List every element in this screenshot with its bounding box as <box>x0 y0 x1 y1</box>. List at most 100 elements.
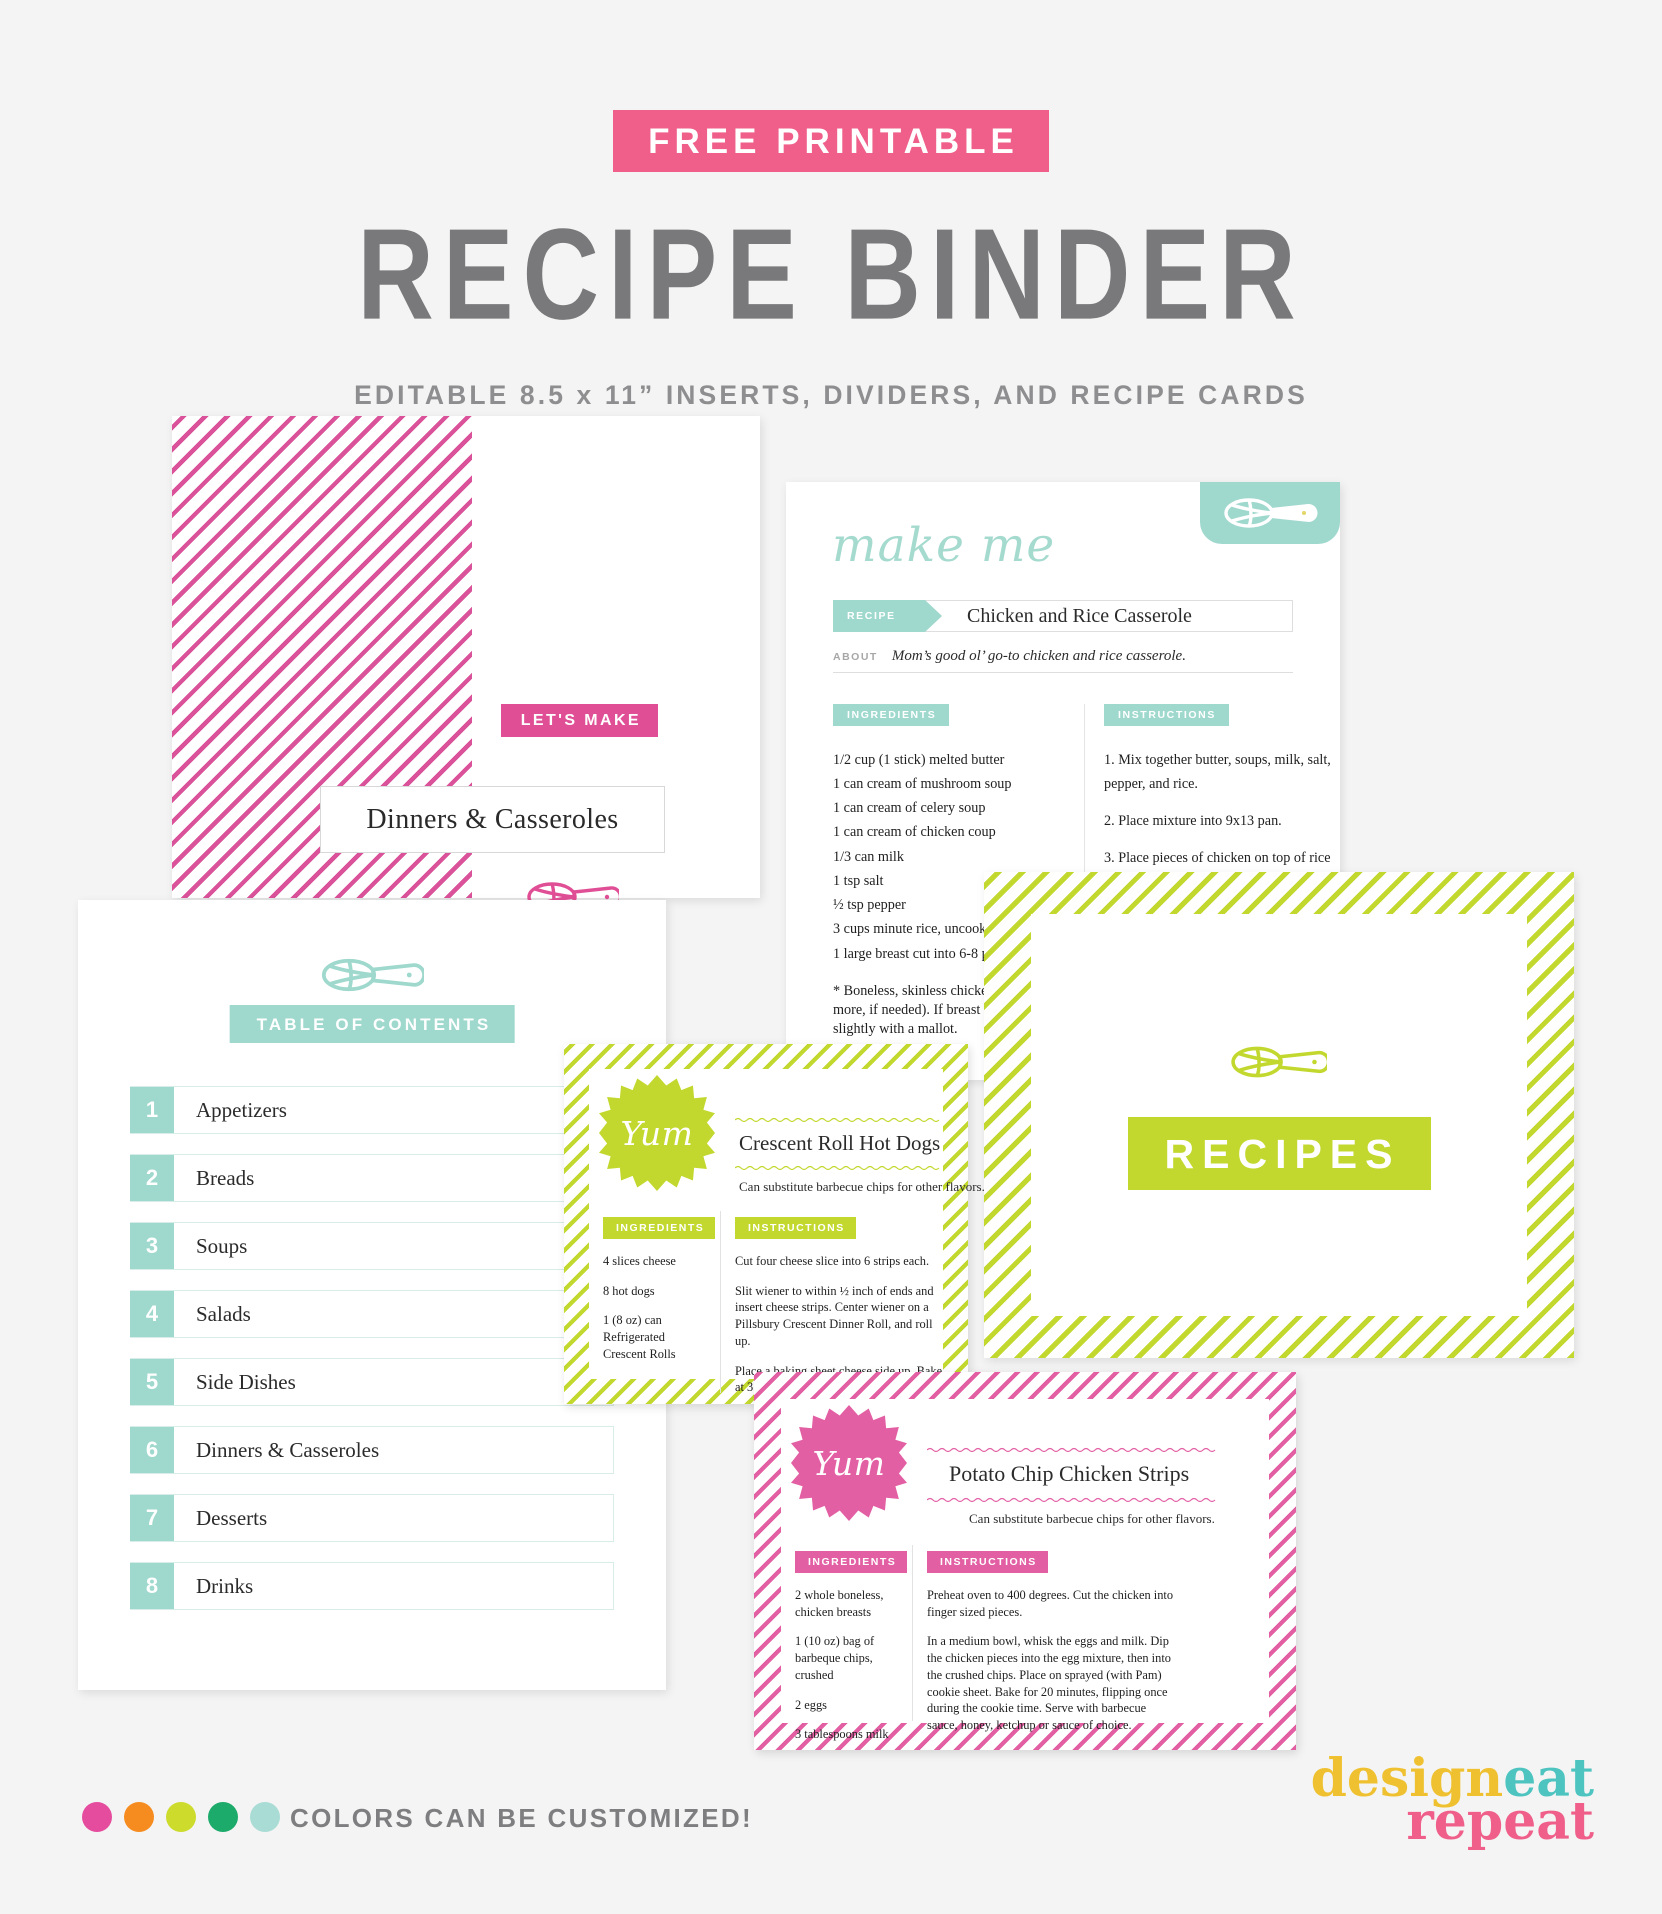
card-recipe-subtitle: Can substitute barbecue chips for other … <box>969 1511 1215 1526</box>
list-item: 1. Mix together butter, soups, milk, sal… <box>1104 751 1331 792</box>
card-ingredients-list: 4 slices cheese 8 hot dogs 1 (8 oz) can Re… <box>603 1253 707 1376</box>
page-title: RECIPE BINDER <box>357 202 1305 347</box>
list-item: Cut four cheese slice into 6 strips each… <box>735 1254 930 1268</box>
toc-row-label: Soups <box>196 1233 248 1258</box>
divider-page-green: RECIPES <box>984 872 1574 1358</box>
about-label: ABOUT <box>833 651 878 663</box>
list-item: 8 hot dogs <box>603 1283 655 1298</box>
card-instructions-heading: INSTRUCTIONS <box>735 1217 856 1239</box>
toc-row[interactable]: 7 Desserts <box>130 1494 614 1542</box>
yum-burst-text: Yum <box>812 1443 886 1483</box>
divider-name-text: Dinners & Casseroles <box>366 803 619 835</box>
about-value: Mom’s good ol’ go-to chicken and rice ca… <box>891 648 1186 664</box>
recipe-flag-label: RECIPE <box>833 599 942 632</box>
list-item: Slit wiener to within ½ inch of ends and… <box>735 1283 934 1348</box>
color-swatch[interactable] <box>166 1802 196 1832</box>
poster-header: FREE PRINTABLE RECIPE BINDER EDITABLE 8.… <box>0 0 1662 411</box>
toc-row-number: 6 <box>130 1427 174 1473</box>
toc-row[interactable]: 8 Drinks <box>130 1562 614 1610</box>
toc-row-number: 5 <box>130 1359 174 1405</box>
list-item: 1 can cream of mushroom soup <box>833 775 1012 792</box>
toc-list: 1 Appetizers 2 Breads 3 Soups 4 Salads 5 Side Dis… <box>130 1086 614 1630</box>
card-recipe-name: Crescent Roll Hot Dogs <box>739 1131 941 1155</box>
toc-row-number: 3 <box>130 1223 174 1269</box>
toc-row-label: Salads <box>196 1301 251 1326</box>
poster-canvas: FREE PRINTABLE RECIPE BINDER EDITABLE 8.… <box>0 0 1662 1914</box>
toc-row-label: Appetizers <box>196 1097 287 1122</box>
list-item: 1 can cream of chicken coup <box>833 824 996 841</box>
toc-row-label: Side Dishes <box>196 1369 296 1394</box>
recipe-card-pink: Yum Potato Chip Chicken Strips Can subst… <box>754 1372 1296 1750</box>
recipe-name-value: Chicken and Rice Casserole <box>967 604 1192 627</box>
yum-burst-text: Yum <box>620 1113 694 1153</box>
card-ingredients-heading: INGREDIENTS <box>603 1217 716 1239</box>
toc-row-label: Dinners & Casseroles <box>196 1437 380 1462</box>
toc-row-number: 4 <box>130 1291 174 1337</box>
list-item: 1 (10 oz) bag of barbeque chips, crushed <box>795 1634 875 1682</box>
toc-row-number: 8 <box>130 1563 174 1609</box>
list-item: 2 eggs <box>795 1697 828 1712</box>
divider-name-field[interactable]: Dinners & Casseroles <box>320 786 665 853</box>
whisk-icon <box>1200 482 1340 544</box>
page-subtitle: EDITABLE 8.5 x 11” INSERTS, DIVIDERS, AN… <box>354 380 1308 410</box>
toc-row-label: Drinks <box>196 1573 254 1598</box>
lets-make-badge: LET'S MAKE <box>500 704 658 737</box>
card-instructions-list: Preheat oven to 400 degrees. Cut the chi… <box>927 1587 1179 1747</box>
brand-logo: designeat repeat <box>1311 1753 1594 1848</box>
recipes-label: RECIPES <box>1127 1117 1431 1190</box>
list-item: 4 slices cheese <box>603 1254 676 1268</box>
list-item: Preheat oven to 400 degrees. Cut the chi… <box>927 1588 1174 1619</box>
card-recipe-subtitle: Can substitute barbecue chips for other … <box>739 1179 985 1194</box>
instructions-column: INSTRUCTIONS 1. Mix together butter, sou… <box>1104 704 1340 895</box>
list-item: 1 can cream of celery soup <box>833 800 986 817</box>
card-instructions-heading: INSTRUCTIONS <box>927 1551 1048 1573</box>
toc-row[interactable]: 3 Soups <box>130 1222 614 1270</box>
list-item: 1/2 cup (1 stick) melted butter <box>833 751 1005 768</box>
yum-burst-badge: Yum <box>791 1405 907 1521</box>
whisk-icon <box>1231 1040 1331 1089</box>
color-swatch[interactable] <box>250 1802 280 1832</box>
list-item: In a medium bowl, whisk the eggs and mil… <box>927 1634 1171 1733</box>
list-item: 1 (8 oz) can Refrigerated Crescent Rolls <box>603 1313 676 1361</box>
color-swatch[interactable] <box>208 1802 238 1832</box>
color-swatch[interactable] <box>124 1802 154 1832</box>
card-column-divider <box>912 1545 913 1721</box>
divider-page-pink: LET'S MAKE Dinners & Casseroles <box>172 416 760 912</box>
instructions-heading: INSTRUCTIONS <box>1104 704 1229 726</box>
about-field[interactable]: ABOUT Mom’s good ol’ go-to chicken and r… <box>833 648 1293 673</box>
toc-row[interactable]: 1 Appetizers <box>130 1086 614 1134</box>
logo-repeat-text: repeat <box>1406 1790 1594 1852</box>
list-item: 1/3 can milk <box>833 848 904 865</box>
toc-row[interactable]: 5 Side Dishes <box>130 1358 614 1406</box>
toc-row[interactable]: 4 Salads <box>130 1290 614 1338</box>
ingredients-heading: INGREDIENTS <box>833 704 950 726</box>
toc-row-label: Desserts <box>196 1505 268 1530</box>
free-printable-badge: FREE PRINTABLE <box>613 110 1049 172</box>
toc-row-number: 1 <box>130 1087 174 1133</box>
card-column-divider <box>720 1211 721 1393</box>
wavy-divider-top <box>927 1447 1216 1453</box>
color-swatch[interactable] <box>82 1802 112 1832</box>
recipe-name-field[interactable]: RECIPE Chicken and Rice Casserole <box>833 599 1293 632</box>
toc-row-number: 7 <box>130 1495 174 1541</box>
card-recipe-name: Potato Chip Chicken Strips <box>949 1461 1190 1486</box>
poster-footer: COLORS CAN BE CUSTOMIZED! designeat repe… <box>0 1753 1662 1914</box>
whisk-icon <box>320 952 426 1003</box>
card-inner-panel: Yum Crescent Roll Hot Dogs Can substitut… <box>589 1069 985 1394</box>
make-me-title: make me <box>832 518 1056 573</box>
toc-row[interactable]: 2 Breads <box>130 1154 614 1202</box>
toc-row-number: 2 <box>130 1155 174 1201</box>
yum-burst-badge: Yum <box>599 1075 715 1191</box>
list-item: 2. Place mixture into 9x13 pan. <box>1104 813 1282 830</box>
list-item: 3 tablespoons milk <box>795 1727 889 1742</box>
wavy-divider-bottom <box>927 1497 1216 1503</box>
colors-customizable-text: COLORS CAN BE CUSTOMIZED! <box>290 1803 753 1833</box>
toc-row[interactable]: 6 Dinners & Casseroles <box>130 1426 614 1474</box>
list-item: 2 whole boneless, chicken breasts <box>795 1588 884 1619</box>
card-inner-panel: Yum Potato Chip Chicken Strips Can subst… <box>781 1399 1269 1741</box>
wavy-divider-top <box>735 1117 940 1123</box>
divider-inner-panel: RECIPES <box>1031 914 1527 1316</box>
recipe-card-green: Yum Crescent Roll Hot Dogs Can substitut… <box>564 1044 985 1404</box>
color-swatch-row <box>82 1802 280 1832</box>
card-ingredients-heading: INGREDIENTS <box>795 1551 908 1573</box>
